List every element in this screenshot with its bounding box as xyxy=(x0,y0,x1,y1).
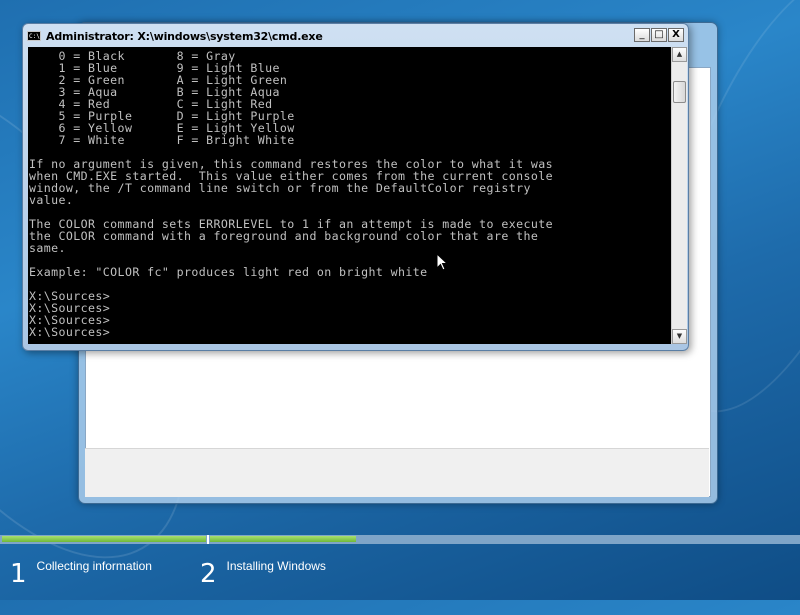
step-label: Collecting information xyxy=(36,559,152,573)
progress-segment-collecting xyxy=(2,536,206,542)
mouse-pointer-icon xyxy=(436,253,448,271)
progress-divider xyxy=(207,535,209,544)
setup-step-collecting: 1 Collecting information xyxy=(10,556,152,589)
setup-step-installing: 2 Installing Windows xyxy=(200,556,326,589)
cmd-window[interactable]: C:\ Administrator: X:\windows\system32\c… xyxy=(22,23,689,351)
minimize-button[interactable]: _ xyxy=(634,28,650,42)
setup-footer xyxy=(85,448,709,497)
step-number: 2 xyxy=(200,559,217,589)
console-output-text: 0 = Black 8 = Gray 1 = Blue 9 = Light Bl… xyxy=(29,49,553,339)
cmd-titlebar[interactable]: C:\ Administrator: X:\windows\system32\c… xyxy=(27,26,684,46)
cmd-window-title: Administrator: X:\windows\system32\cmd.e… xyxy=(46,29,323,43)
step-number: 1 xyxy=(10,559,27,589)
maximize-button[interactable]: □ xyxy=(651,28,667,42)
scroll-down-arrow-icon[interactable]: ▼ xyxy=(672,329,687,344)
close-button[interactable]: X xyxy=(668,28,684,42)
window-controls: _ □ X xyxy=(634,28,684,42)
scroll-up-arrow-icon[interactable]: ▲ xyxy=(672,47,687,62)
vertical-scrollbar[interactable]: ▲ ▼ xyxy=(671,47,687,344)
step-label: Installing Windows xyxy=(226,559,326,573)
scrollbar-thumb[interactable] xyxy=(673,81,686,103)
cmd-app-icon[interactable]: C:\ xyxy=(27,31,41,41)
progress-segment-installing xyxy=(210,536,356,542)
console-output-area[interactable]: 0 = Black 8 = Gray 1 = Blue 9 = Light Bl… xyxy=(28,47,671,344)
